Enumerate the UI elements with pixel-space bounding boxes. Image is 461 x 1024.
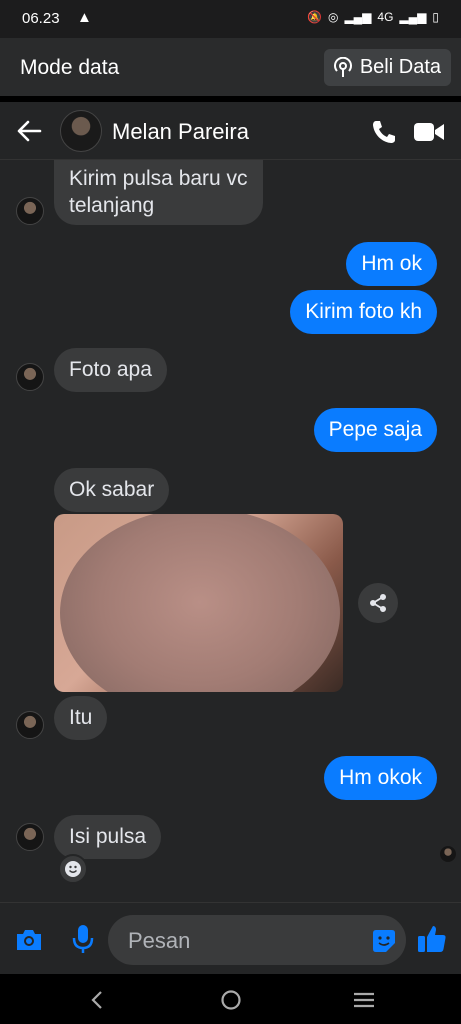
data-mode-label: Mode data: [20, 56, 120, 79]
message-avatar: [16, 711, 44, 739]
share-icon: [370, 594, 386, 612]
smiley-icon: [65, 861, 81, 877]
message-text: Foto apa: [69, 358, 152, 381]
message-input[interactable]: Pesan: [108, 915, 406, 965]
message-bubble-outgoing[interactable]: Hm ok: [346, 242, 437, 286]
message-bubble-incoming[interactable]: Isi pulsa: [54, 815, 162, 859]
message-bubble-outgoing[interactable]: Hm okok: [324, 756, 437, 800]
system-navigation-bar: [0, 974, 461, 1024]
chat-thread[interactable]: Kirim pulsa baru vc telanjang Hm ok Kiri…: [0, 160, 461, 902]
nav-recents-icon[interactable]: [349, 985, 379, 1015]
nav-back-icon[interactable]: [83, 985, 113, 1015]
message-bubble-incoming[interactable]: Itu: [54, 696, 108, 740]
mute-icon: 🔕: [307, 10, 322, 24]
warning-icon: ▲: [77, 9, 92, 26]
sticker-icon[interactable]: [370, 927, 398, 955]
buy-data-label: Beli Data: [359, 56, 441, 78]
status-icons: 🔕 ◎ ▂▄▆ 4G ▂▄▆ ▯: [307, 10, 439, 24]
battery-icon: ▯: [432, 10, 439, 24]
message-text: Hm okok: [339, 766, 422, 789]
message-bubble-outgoing[interactable]: Pepe saja: [313, 408, 437, 452]
signal-icon: ▂▄▆: [344, 10, 372, 24]
message-text: Isi pulsa: [69, 825, 147, 848]
status-time: 06.23: [22, 10, 60, 27]
photo-attachment[interactable]: [54, 514, 343, 692]
message-text: Hm ok: [361, 252, 422, 275]
message-bubble-incoming[interactable]: Kirim pulsa baru vc telanjang: [54, 160, 263, 225]
message-text: Itu: [69, 706, 93, 729]
camera-icon[interactable]: [14, 927, 44, 953]
message-text: Pepe saja: [328, 418, 422, 441]
contact-name[interactable]: Melan Pareira: [112, 119, 249, 145]
message-avatar: [16, 197, 44, 225]
reaction-smiley-icon[interactable]: [58, 854, 88, 884]
signal-icon-2: ▂▄▆: [399, 10, 427, 24]
message-input-placeholder: Pesan: [128, 928, 191, 953]
message-avatar: [16, 823, 44, 851]
contact-avatar[interactable]: [60, 110, 102, 152]
nav-home-icon[interactable]: [216, 985, 246, 1015]
hotspot-icon: ◎: [327, 10, 339, 24]
thumbs-up-icon[interactable]: [416, 923, 448, 955]
data-mode-bar: Mode data Beli Data: [0, 38, 461, 96]
message-text: Kirim foto kh: [305, 300, 422, 323]
message-text: Kirim pulsa baru vc: [69, 167, 248, 190]
blurred-image: [60, 514, 340, 692]
microphone-icon[interactable]: [70, 923, 96, 955]
message-bubble-incoming[interactable]: Foto apa: [54, 348, 167, 392]
share-button[interactable]: [358, 583, 398, 623]
status-bar: 06.23 ▲ 🔕 ◎ ▂▄▆ 4G ▂▄▆ ▯: [0, 0, 461, 38]
broadcast-icon: [333, 57, 352, 77]
message-bubble-incoming[interactable]: Ok sabar: [54, 468, 170, 512]
message-text: Ok sabar: [69, 478, 155, 501]
message-avatar: [16, 363, 44, 391]
message-text: telanjang: [69, 194, 155, 217]
seen-avatar: [440, 846, 456, 862]
network-type: 4G: [377, 10, 394, 24]
message-composer: Pesan: [0, 902, 461, 974]
phone-call-icon[interactable]: [370, 118, 398, 146]
message-bubble-outgoing[interactable]: Kirim foto kh: [290, 290, 437, 334]
video-call-icon[interactable]: [413, 120, 445, 144]
buy-data-button[interactable]: Beli Data: [323, 49, 451, 86]
chat-header: Melan Pareira: [0, 102, 461, 160]
back-arrow-icon[interactable]: [14, 116, 44, 146]
